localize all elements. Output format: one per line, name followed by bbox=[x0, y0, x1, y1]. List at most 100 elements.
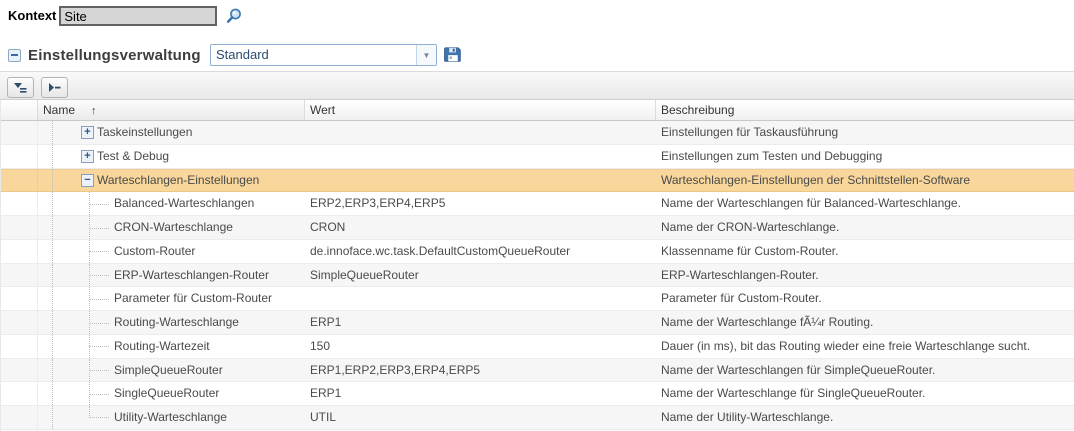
tree-line bbox=[52, 335, 53, 358]
beschreibung-cell: Name der Warteschlange für SingleQueueRo… bbox=[656, 382, 1074, 405]
settings-management-page: Kontext Einstellungsverwaltung Standard … bbox=[0, 0, 1074, 431]
row-spacer-cell bbox=[1, 406, 38, 429]
tree-cell: Custom-Router bbox=[38, 240, 305, 263]
tree-elbow-line bbox=[89, 204, 109, 205]
tree-cell: +Taskeinstellungen bbox=[38, 121, 305, 144]
tree-node-label: Parameter für Custom-Router bbox=[114, 287, 272, 310]
floppy-disk-icon bbox=[444, 45, 462, 63]
tree-elbow-line bbox=[89, 251, 109, 252]
beschreibung-cell: Name der Warteschlangen für Balanced-War… bbox=[656, 192, 1074, 215]
beschreibung-cell: Parameter für Custom-Router. bbox=[656, 287, 1074, 310]
beschreibung-cell: Name der Warteschlangen für SimpleQueueR… bbox=[656, 359, 1074, 382]
kontext-input[interactable] bbox=[59, 6, 217, 26]
save-button[interactable] bbox=[443, 45, 463, 65]
wert-cell: ERP1 bbox=[305, 311, 656, 334]
beschreibung-cell: Warteschlangen-Einstellungen der Schnitt… bbox=[656, 169, 1074, 192]
tree-elbow-line bbox=[89, 346, 109, 347]
tree-line bbox=[52, 145, 53, 168]
beschreibung-cell: Klassenname für Custom-Router. bbox=[656, 240, 1074, 263]
column-header-wert-label: Wert bbox=[310, 103, 335, 117]
beschreibung-cell: Einstellungen zum Testen und Debugging bbox=[656, 145, 1074, 168]
column-header-beschreibung-label: Beschreibung bbox=[661, 103, 734, 117]
wert-cell bbox=[305, 145, 656, 168]
tree-line bbox=[52, 216, 53, 239]
expand-all-button[interactable] bbox=[41, 77, 68, 98]
tree-line bbox=[52, 264, 53, 287]
table-row[interactable]: Routing-Wartezeit150Dauer (in ms), bit d… bbox=[1, 335, 1074, 359]
table-row[interactable]: SingleQueueRouter ERP1Name der Warteschla… bbox=[1, 382, 1074, 406]
tree-node-label: Routing-Wartezeit bbox=[114, 335, 210, 358]
wert-cell bbox=[305, 287, 656, 310]
tree-line bbox=[52, 311, 53, 334]
beschreibung-cell: Name der CRON-Warteschlange. bbox=[656, 216, 1074, 239]
tree-cell: +Test & Debug bbox=[38, 145, 305, 168]
table-row[interactable]: ERP-Warteschlangen-RouterSimpleQueueRout… bbox=[1, 264, 1074, 288]
wert-cell: ERP1,ERP2,ERP3,ERP4,ERP5 bbox=[305, 359, 656, 382]
tree-expand-icon[interactable]: + bbox=[81, 126, 94, 139]
row-spacer-cell bbox=[1, 287, 38, 310]
preset-dropdown[interactable]: Standard ▼ bbox=[210, 44, 437, 66]
tree-node-label: Taskeinstellungen bbox=[97, 121, 192, 144]
tree-elbow-line bbox=[89, 228, 109, 229]
beschreibung-cell: Einstellungen für Taskausführung bbox=[656, 121, 1074, 144]
wert-cell bbox=[305, 121, 656, 144]
beschreibung-cell: Name der Warteschlange fÃ¼r Routing. bbox=[656, 311, 1074, 334]
table-row[interactable]: +Test & Debug Einstellungen zum Testen un… bbox=[1, 145, 1074, 169]
wert-cell: SimpleQueueRouter bbox=[305, 264, 656, 287]
tree-elbow-line bbox=[89, 406, 109, 418]
magnifier-icon bbox=[225, 7, 243, 25]
column-header-beschreibung[interactable]: Beschreibung bbox=[656, 100, 1074, 120]
kontext-label: Kontext bbox=[8, 6, 56, 26]
grid-toolbar bbox=[0, 71, 1074, 100]
wert-cell: CRON bbox=[305, 216, 656, 239]
sort-asc-icon: ↑ bbox=[91, 101, 97, 120]
column-header-name[interactable]: Name↑ bbox=[38, 100, 305, 120]
tree-elbow-line bbox=[89, 370, 109, 371]
tree-collapse-icon[interactable]: − bbox=[81, 174, 94, 187]
table-row[interactable]: SimpleQueueRouter ERP1,ERP2,ERP3,ERP4,ERP… bbox=[1, 359, 1074, 383]
table-row[interactable]: Utility-WarteschlangeUTILName der Utilit… bbox=[1, 406, 1074, 430]
table-row[interactable]: Routing-WarteschlangeERP1Name der Wartes… bbox=[1, 311, 1074, 335]
table-row[interactable]: −Warteschlangen-EinstellungenWarteschlan… bbox=[1, 169, 1074, 193]
wert-cell bbox=[305, 169, 656, 192]
tree-node-label: Warteschlangen-Einstellungen bbox=[97, 169, 259, 192]
tree-line bbox=[52, 406, 53, 429]
tree-cell: −Warteschlangen-Einstellungen bbox=[38, 169, 305, 192]
row-spacer-cell bbox=[1, 382, 38, 405]
row-spacer-cell bbox=[1, 335, 38, 358]
tree-cell: Parameter für Custom-Router bbox=[38, 287, 305, 310]
row-spacer-cell bbox=[1, 121, 38, 144]
column-header-wert[interactable]: Wert bbox=[305, 100, 656, 120]
panel-title: Einstellungsverwaltung bbox=[28, 47, 201, 64]
tree-line bbox=[52, 240, 53, 263]
tree-node-label: SimpleQueueRouter bbox=[114, 359, 223, 382]
panel-collapse-icon[interactable] bbox=[8, 49, 21, 62]
collapse-all-button[interactable] bbox=[7, 77, 34, 98]
beschreibung-cell: ERP-Warteschlangen-Router. bbox=[656, 264, 1074, 287]
table-row[interactable]: +Taskeinstellungen Einstellungen für Task… bbox=[1, 121, 1074, 145]
grid-body: +Taskeinstellungen Einstellungen für Task… bbox=[1, 121, 1074, 431]
table-row[interactable]: CRON-WarteschlangeCRONName der CRON-Wart… bbox=[1, 216, 1074, 240]
tree-cell: ERP-Warteschlangen-Router bbox=[38, 264, 305, 287]
tree-cell: Routing-Warteschlange bbox=[38, 311, 305, 334]
tree-elbow-line bbox=[89, 323, 109, 324]
tree-node-label: Utility-Warteschlange bbox=[114, 406, 227, 429]
tree-line bbox=[52, 287, 53, 310]
tree-expand-icon[interactable]: + bbox=[81, 150, 94, 163]
search-button[interactable] bbox=[224, 6, 244, 26]
chevron-down-icon[interactable]: ▼ bbox=[416, 45, 436, 65]
tree-node-label: SingleQueueRouter bbox=[114, 382, 219, 405]
grid-header: Name↑ Wert Beschreibung bbox=[1, 100, 1074, 121]
tree-cell: Routing-Wartezeit bbox=[38, 335, 305, 358]
tree-cell: SingleQueueRouter bbox=[38, 382, 305, 405]
tree-line bbox=[52, 169, 53, 192]
wert-cell: ERP1 bbox=[305, 382, 656, 405]
row-spacer-cell bbox=[1, 311, 38, 334]
table-row[interactable]: Custom-Routerde.innoface.wc.task.Default… bbox=[1, 240, 1074, 264]
table-row[interactable]: Parameter für Custom-Router Parameter für… bbox=[1, 287, 1074, 311]
expand-all-icon bbox=[47, 81, 62, 94]
wert-cell: ERP2,ERP3,ERP4,ERP5 bbox=[305, 192, 656, 215]
tree-line bbox=[52, 121, 53, 144]
table-row[interactable]: Balanced-WarteschlangenERP2,ERP3,ERP4,ER… bbox=[1, 192, 1074, 216]
row-spacer-cell bbox=[1, 359, 38, 382]
